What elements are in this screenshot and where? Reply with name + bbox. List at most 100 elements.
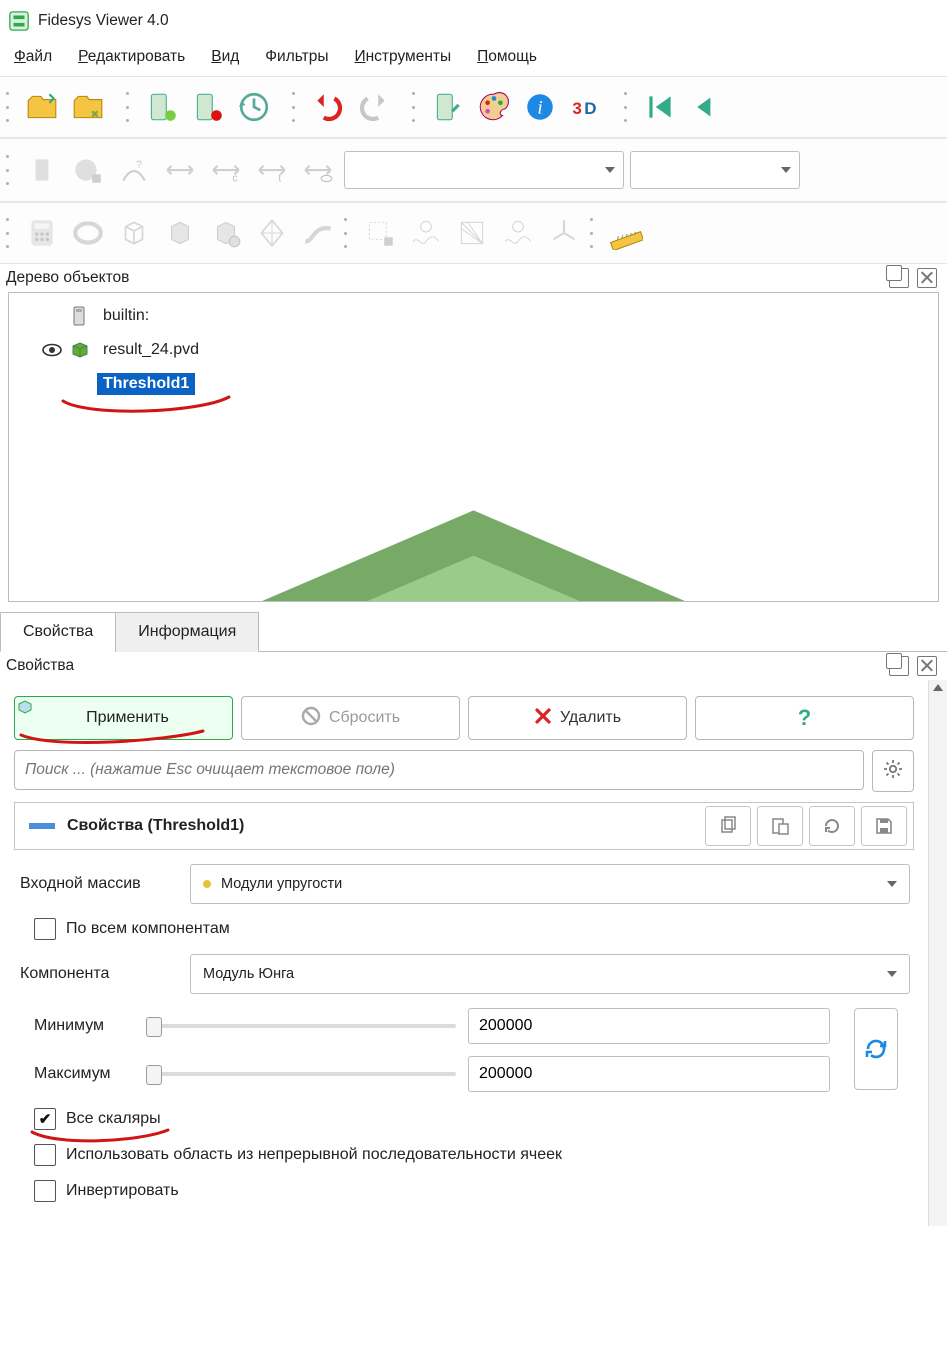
field-select-dropdown[interactable] bbox=[344, 151, 624, 189]
toolbar-view: ? c t bbox=[0, 138, 947, 202]
minimum-input[interactable] bbox=[468, 1008, 830, 1044]
maximum-slider[interactable] bbox=[146, 1063, 456, 1085]
section-header: Свойства (Threshold1) bbox=[14, 802, 914, 850]
tree-row-result[interactable]: result_24.pvd bbox=[17, 333, 930, 367]
tree-row-builtin[interactable]: builtin: bbox=[17, 299, 930, 333]
panel-close-icon[interactable] bbox=[917, 656, 937, 676]
section-bar-icon bbox=[29, 823, 55, 829]
menu-help[interactable]: Помощь bbox=[477, 48, 537, 66]
use-continuous-row[interactable]: Использовать область из непрерывной посл… bbox=[34, 1144, 896, 1166]
search-input[interactable] bbox=[14, 750, 864, 790]
toolbar-filters bbox=[0, 202, 947, 264]
waveform-1-icon bbox=[406, 213, 446, 253]
all-scalars-row[interactable]: Все скаляры bbox=[34, 1108, 896, 1130]
delete-button[interactable]: Удалить bbox=[468, 696, 687, 740]
menu-edit[interactable]: Редактировать bbox=[78, 48, 185, 66]
refresh-range-button[interactable] bbox=[854, 1008, 898, 1090]
minimum-slider[interactable] bbox=[146, 1015, 456, 1037]
tree-label: result_24.pvd bbox=[97, 339, 205, 361]
component-select-dropdown[interactable] bbox=[630, 151, 800, 189]
toolbar-grip[interactable] bbox=[624, 92, 632, 122]
toolbar-grip[interactable] bbox=[6, 92, 14, 122]
help-icon: ? bbox=[798, 705, 811, 731]
vertical-scrollbar[interactable] bbox=[928, 680, 947, 1226]
scroll-up-icon[interactable] bbox=[933, 684, 943, 691]
all-scalars-checkbox[interactable] bbox=[34, 1108, 56, 1130]
paste-button[interactable] bbox=[757, 806, 803, 846]
component-row: Компонента Модуль Юнга bbox=[20, 954, 910, 994]
app-title: Fidesys Viewer 4.0 bbox=[38, 12, 169, 30]
invert-checkbox[interactable] bbox=[34, 1180, 56, 1202]
server-icon bbox=[69, 305, 91, 327]
maximum-row: Максимум bbox=[34, 1056, 830, 1092]
all-components-checkbox[interactable] bbox=[34, 918, 56, 940]
prev-frame-icon[interactable] bbox=[686, 87, 716, 127]
redo-icon bbox=[354, 87, 394, 127]
octahedron-icon bbox=[252, 213, 292, 253]
component-select[interactable]: Модуль Юнга bbox=[190, 954, 910, 994]
use-continuous-checkbox[interactable] bbox=[34, 1144, 56, 1166]
minimum-row: Минимум bbox=[34, 1008, 830, 1044]
selection-icon bbox=[360, 213, 400, 253]
invert-label: Инвертировать bbox=[66, 1182, 179, 1200]
tree-row-threshold[interactable]: Threshold1 bbox=[17, 367, 930, 401]
svg-text:?: ? bbox=[136, 159, 142, 171]
color-palette-icon[interactable] bbox=[474, 87, 514, 127]
reset-button[interactable]: Сбросить bbox=[241, 696, 460, 740]
sphere-icon bbox=[68, 150, 108, 190]
apply-button[interactable]: Применить bbox=[14, 696, 233, 740]
all-components-row[interactable]: По всем компонентам bbox=[34, 918, 896, 940]
toolbar-grip[interactable] bbox=[6, 218, 14, 248]
invert-row[interactable]: Инвертировать bbox=[34, 1180, 896, 1202]
tab-information[interactable]: Информация bbox=[115, 612, 259, 652]
toolbar-grip[interactable] bbox=[590, 218, 598, 248]
connect-server-icon[interactable] bbox=[142, 87, 182, 127]
tab-properties[interactable]: Свойства bbox=[0, 612, 116, 652]
save-button[interactable] bbox=[861, 806, 907, 846]
info-icon[interactable]: i bbox=[520, 87, 560, 127]
menu-view[interactable]: Вид bbox=[211, 48, 239, 66]
svg-text:D: D bbox=[584, 99, 596, 118]
menu-tools[interactable]: Инструменты bbox=[354, 48, 451, 66]
input-array-select[interactable]: Модули упругости bbox=[190, 864, 910, 904]
server-settings-icon[interactable] bbox=[428, 87, 468, 127]
eye-open-icon[interactable] bbox=[41, 339, 63, 361]
ruler-icon[interactable] bbox=[606, 213, 646, 253]
settings-button[interactable] bbox=[872, 750, 914, 792]
menu-file[interactable]: Файл bbox=[14, 48, 52, 66]
panel-restore-icon[interactable] bbox=[889, 268, 909, 288]
solid-cube-icon bbox=[160, 213, 200, 253]
compound-icon bbox=[206, 213, 246, 253]
history-icon[interactable] bbox=[234, 87, 274, 127]
disconnect-server-icon[interactable] bbox=[188, 87, 228, 127]
svg-text:3: 3 bbox=[572, 99, 581, 118]
block-icon bbox=[22, 150, 62, 190]
open-file-icon[interactable] bbox=[22, 87, 62, 127]
toolbar-grip[interactable] bbox=[344, 218, 352, 248]
first-frame-icon[interactable] bbox=[640, 87, 680, 127]
properties-panel-header: Свойства bbox=[0, 652, 947, 680]
panel-restore-icon[interactable] bbox=[889, 656, 909, 676]
toolbar-grip[interactable] bbox=[292, 92, 300, 122]
svg-text:t: t bbox=[278, 173, 281, 185]
stretch-c-icon: c bbox=[206, 150, 246, 190]
toolbar-grip[interactable] bbox=[412, 92, 420, 122]
help-button[interactable]: ? bbox=[695, 696, 914, 740]
panel-close-icon[interactable] bbox=[917, 268, 937, 288]
maximum-label: Максимум bbox=[34, 1065, 134, 1083]
toolbar-grip[interactable] bbox=[6, 155, 14, 185]
reload-button[interactable] bbox=[809, 806, 855, 846]
undo-icon[interactable] bbox=[308, 87, 348, 127]
toolbar-grip[interactable] bbox=[126, 92, 134, 122]
open-folder-icon[interactable] bbox=[68, 87, 108, 127]
properties-tabs: Свойства Информация bbox=[0, 612, 947, 652]
delete-label: Удалить bbox=[560, 709, 621, 727]
menu-filters[interactable]: Фильтры bbox=[265, 48, 328, 66]
3d-mode-icon[interactable]: 3D bbox=[566, 87, 606, 127]
copy-button[interactable] bbox=[705, 806, 751, 846]
eye-closed-icon[interactable] bbox=[41, 373, 63, 395]
calculator-icon bbox=[22, 213, 62, 253]
maximum-input[interactable] bbox=[468, 1056, 830, 1092]
stretch-t-icon: t bbox=[252, 150, 292, 190]
filter-form: Входной массив Модули упругости По всем … bbox=[20, 864, 910, 1202]
